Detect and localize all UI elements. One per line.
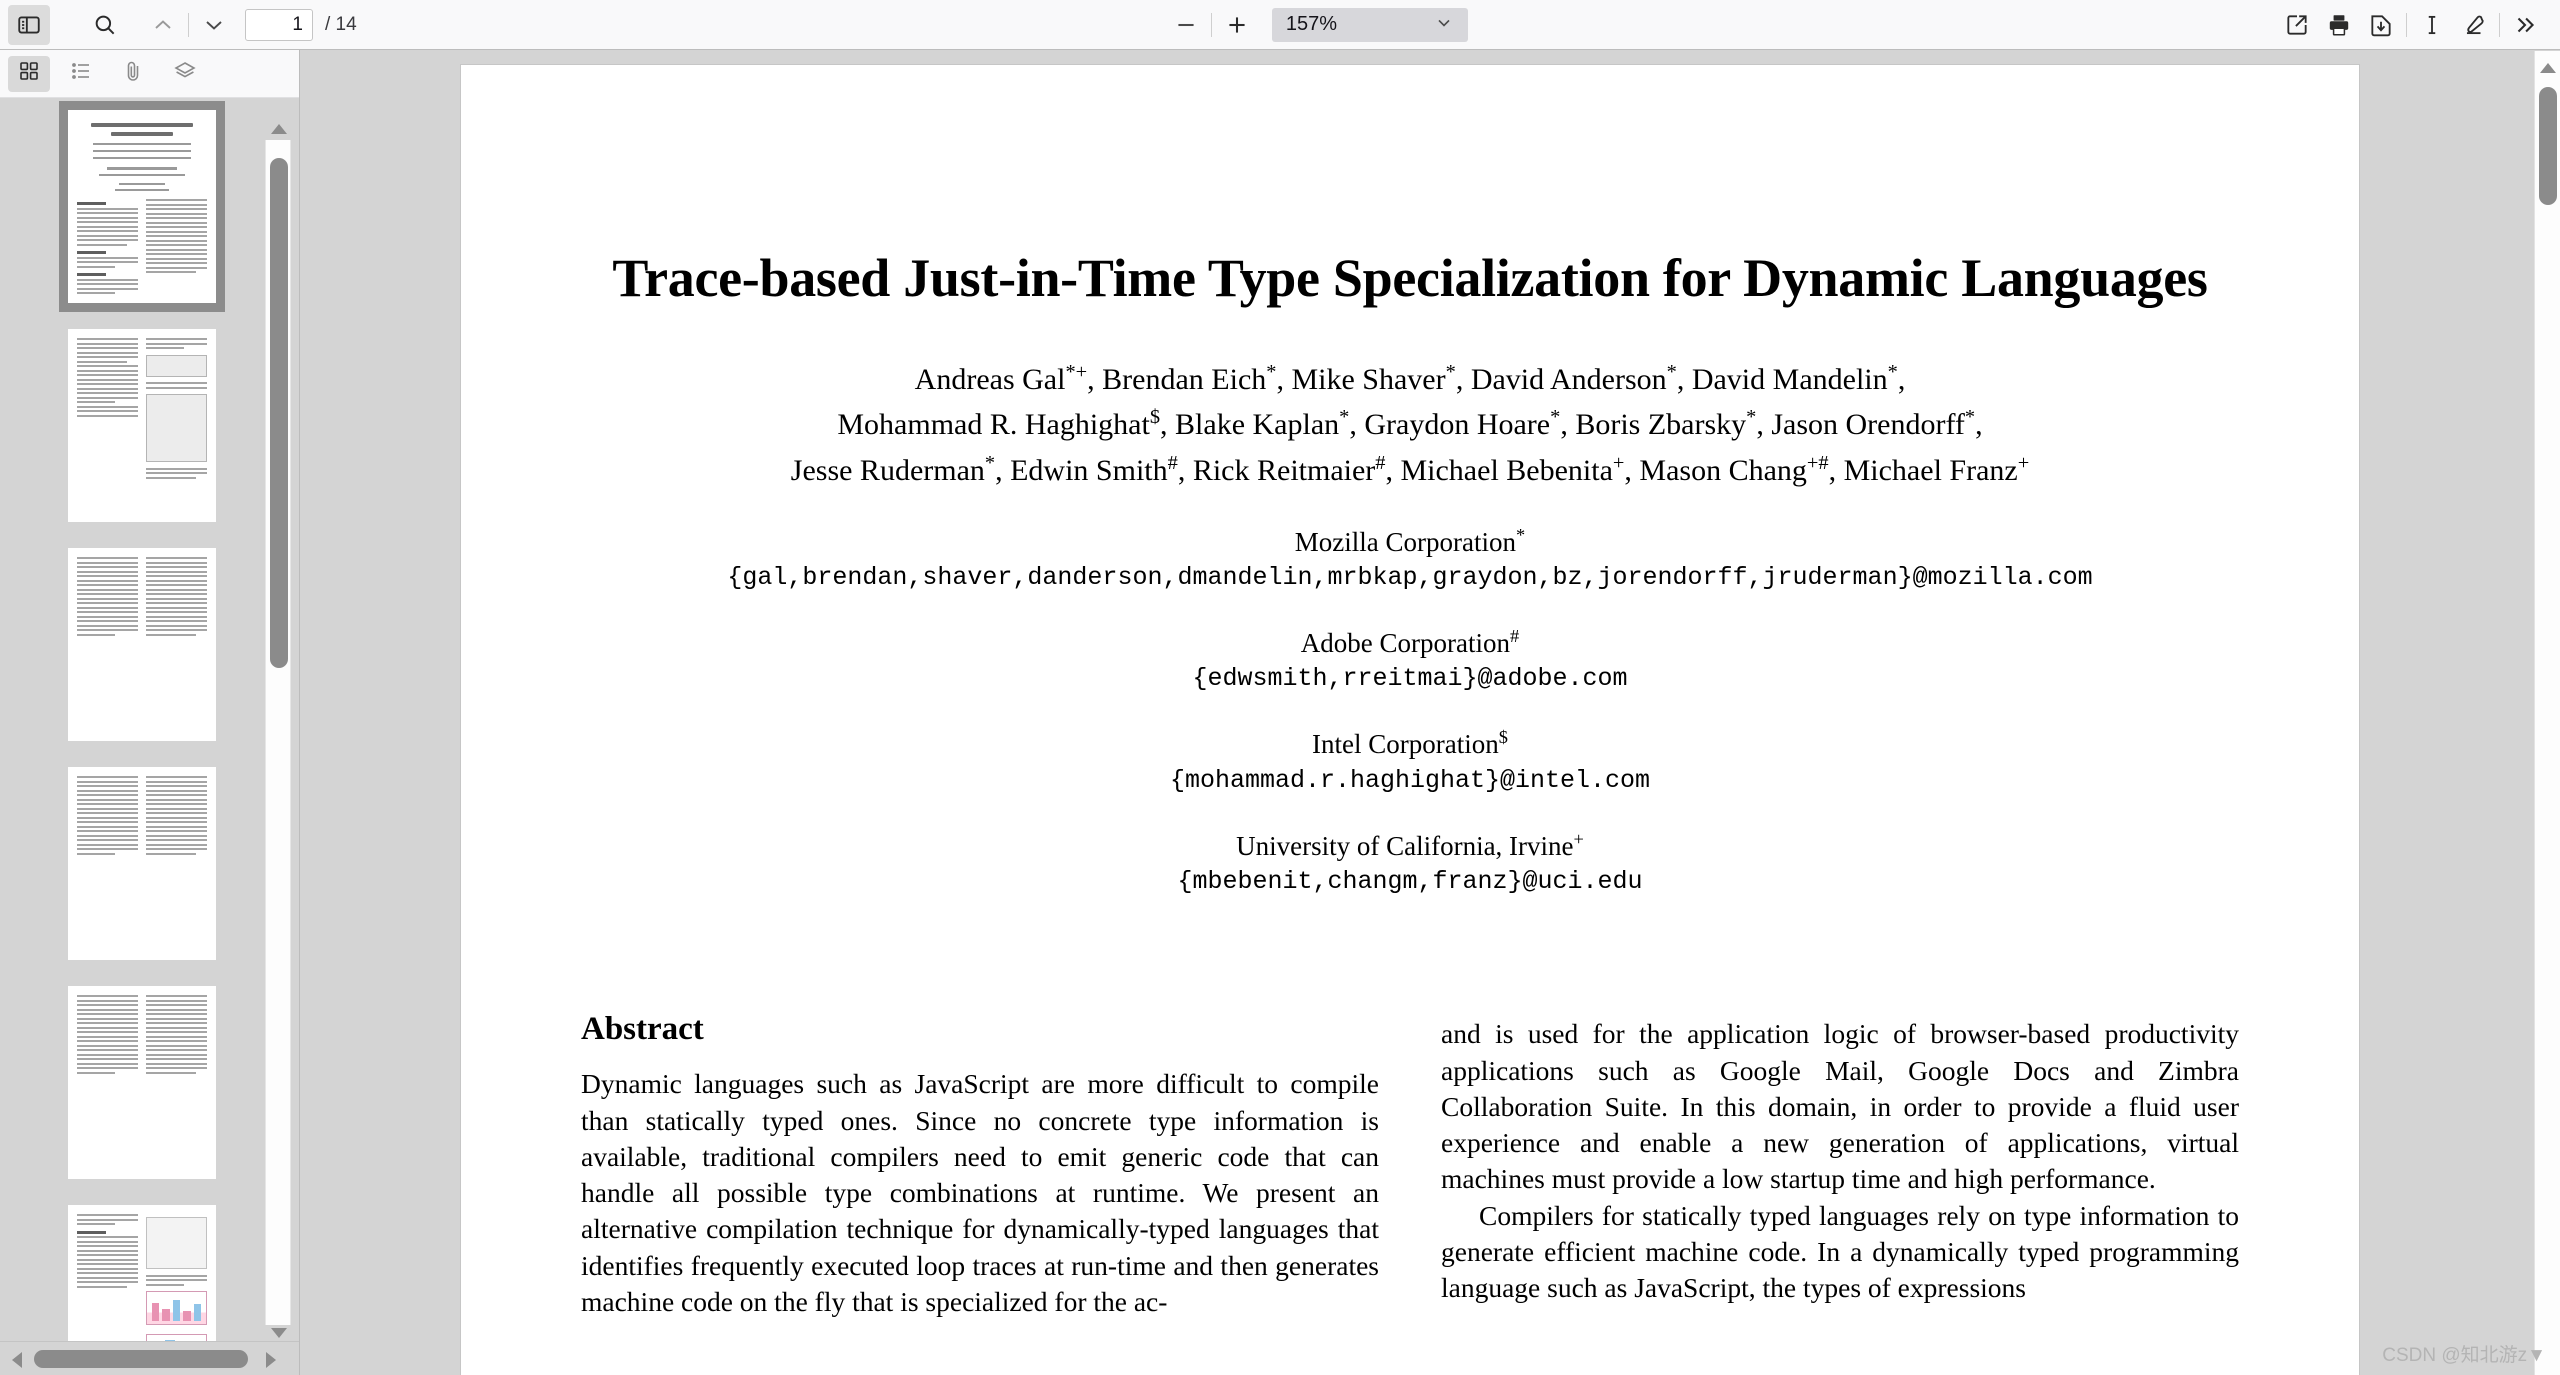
sidebar-tab-bar (0, 50, 299, 98)
pdf-viewer-area[interactable]: Trace-based Just-in-Time Type Specializa… (301, 51, 2560, 1375)
thumbnails-icon (17, 59, 41, 88)
save-button[interactable] (2360, 5, 2402, 45)
column-left: Abstract Dynamic languages such as JavaS… (581, 1011, 1379, 1320)
affiliation-name: Intel Corporation$ (581, 726, 2239, 762)
open-file-button[interactable] (2276, 5, 2318, 45)
scroll-up-arrow[interactable] (270, 122, 288, 141)
sidebar-vertical-scrollbar[interactable] (265, 124, 291, 1338)
sidebar-scroll-thumb[interactable] (270, 158, 288, 668)
paper-authors: Andreas Gal*+, Brendan Eich*, Mike Shave… (581, 357, 2239, 494)
zoom-level-select[interactable]: 157% (1271, 7, 1468, 42)
affiliation-mozilla: Mozilla Corporation* {gal,brendan,shaver… (581, 524, 2239, 595)
zoom-in-button[interactable] (1216, 5, 1258, 45)
affiliation-marker: # (1510, 625, 1520, 646)
thumbnail-page-1[interactable] (59, 101, 225, 312)
thumbnail-page-2[interactable] (68, 329, 216, 522)
page-number-input[interactable] (245, 8, 313, 41)
pdf-page-1: Trace-based Just-in-Time Type Specializa… (461, 65, 2359, 1375)
next-page-button[interactable] (193, 5, 235, 45)
viewer-vertical-scrollbar[interactable] (2534, 51, 2560, 1375)
sidebar-item-thumbnails[interactable] (8, 55, 50, 92)
more-tools-button[interactable] (2504, 5, 2546, 45)
scroll-right-arrow[interactable] (264, 1351, 278, 1374)
sidebar-hscroll-thumb[interactable] (34, 1350, 248, 1368)
pen-icon (2461, 12, 2487, 38)
scroll-left-arrow[interactable] (10, 1351, 24, 1374)
sidebar-item-attachments[interactable] (112, 56, 154, 92)
affiliation-label: Mozilla Corporation (1294, 526, 1517, 557)
previous-page-button[interactable] (142, 5, 184, 45)
find-button[interactable] (84, 5, 126, 45)
sidebar-toggle-icon (16, 12, 42, 38)
thumbnail-page-4[interactable] (68, 767, 216, 960)
open-in-new-icon (2284, 12, 2310, 38)
sidebar-item-outline[interactable] (60, 56, 102, 92)
right-paragraph-1: and is used for the application logic of… (1441, 1018, 2239, 1195)
chevron-down-icon (1434, 12, 1454, 37)
affiliation-marker: $ (1498, 727, 1508, 748)
thumbnail-scroll-area[interactable] (0, 98, 299, 1375)
affiliation-label: Adobe Corporation (1300, 627, 1511, 658)
page-count-label: / 14 (325, 13, 357, 35)
affiliation-name: Adobe Corporation# (581, 625, 2239, 661)
viewer-scroll-thumb[interactable] (2539, 87, 2557, 205)
affiliation-adobe: Adobe Corporation# {edwsmith,rreitmai}@a… (581, 625, 2239, 696)
layers-icon (173, 59, 197, 88)
affiliation-name: Mozilla Corporation* (581, 524, 2239, 560)
sidebar-toggle-button[interactable] (8, 4, 50, 45)
thumbnail-list (0, 98, 284, 1375)
zoom-divider (1210, 12, 1212, 37)
draw-tool-button[interactable] (2453, 5, 2495, 45)
print-icon (2326, 12, 2352, 38)
paper-title: Trace-based Just-in-Time Type Specializa… (612, 248, 2208, 308)
author-line-2: Mohammad R. Haghighat$, Blake Kaplan*, G… (837, 406, 1983, 442)
column-right: and is used for the application logic of… (1441, 1011, 2239, 1320)
scroll-up-arrow[interactable] (2539, 61, 2557, 80)
toolbar-right-group (2276, 5, 2560, 45)
search-icon (92, 12, 118, 38)
plus-icon (1224, 12, 1250, 38)
affiliation-label: University of California, Irvine (1236, 830, 1574, 861)
zoom-out-button[interactable] (1165, 5, 1207, 45)
affiliation-marker: * (1516, 524, 1526, 545)
toolbar-divider (188, 12, 189, 37)
affiliation-uci: University of California, Irvine+ {mbebe… (581, 828, 2239, 899)
affiliation-label: Intel Corporation (1312, 729, 1499, 760)
author-line-1: Andreas Gal*+, Brendan Eich*, Mike Shave… (914, 360, 1906, 396)
thumbnail-page-5[interactable] (68, 986, 216, 1179)
toolbar-divider (2499, 12, 2500, 37)
abstract-heading: Abstract (581, 1011, 704, 1048)
list-icon (69, 59, 93, 88)
right-paragraph-2: Compilers for statically typed languages… (1441, 1199, 2239, 1304)
print-button[interactable] (2318, 5, 2360, 45)
sidebar-horizontal-scrollbar[interactable] (0, 1341, 299, 1375)
affiliation-name: University of California, Irvine+ (581, 828, 2239, 864)
toolbar-divider (2406, 12, 2407, 37)
abstract-text: Dynamic languages such as JavaScript are… (581, 1068, 1379, 1318)
minus-icon (1173, 12, 1199, 38)
double-chevron-right-icon (2512, 12, 2538, 38)
affiliation-email: {gal,brendan,shaver,danderson,dmandelin,… (727, 562, 2093, 592)
paperclip-icon (121, 59, 145, 88)
author-line-3: Jesse Ruderman*, Edwin Smith#, Rick Reit… (790, 451, 2030, 487)
affiliation-email: {edwsmith,rreitmai}@adobe.com (1192, 664, 1628, 694)
chevron-down-icon (202, 13, 226, 37)
affiliation-email: {mohammad.r.haghighat}@intel.com (1169, 765, 1651, 795)
pdf-viewer-app: / 14 (0, 0, 2560, 1375)
affiliation-email: {mbebenit,changm,franz}@uci.edu (1177, 867, 1643, 897)
sidebar-item-layers[interactable] (164, 56, 206, 92)
sidebar (0, 50, 300, 1375)
main-toolbar: / 14 (0, 0, 2560, 50)
text-select-tool-button[interactable] (2411, 5, 2453, 45)
thumbnail-page-3[interactable] (68, 548, 216, 741)
toolbar-left-group: / 14 (0, 4, 357, 45)
affiliation-intel: Intel Corporation$ {mohammad.r.haghighat… (581, 726, 2239, 797)
affiliation-marker: + (1573, 828, 1584, 849)
text-cursor-icon (2419, 12, 2445, 38)
toolbar-zoom-group: 157% (357, 5, 2276, 45)
chevron-up-icon (151, 13, 175, 37)
download-icon (2368, 12, 2394, 38)
paper-columns: Abstract Dynamic languages such as JavaS… (581, 1011, 2239, 1320)
